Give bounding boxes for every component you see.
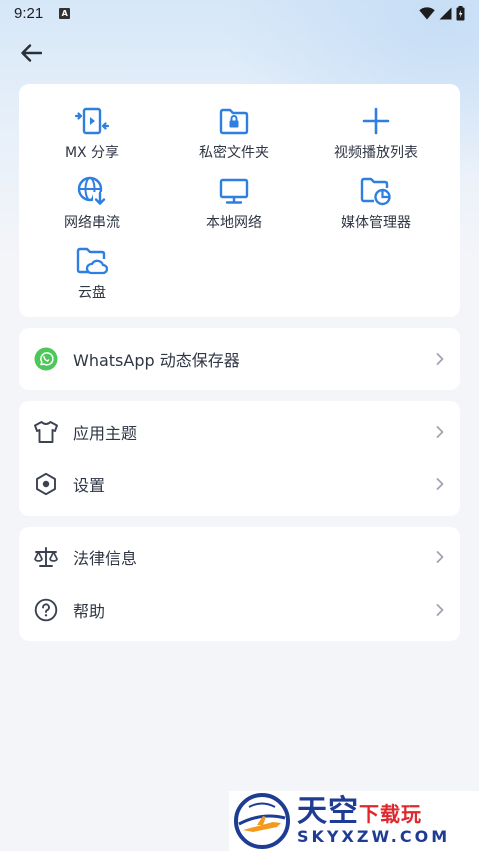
grid-item-label: 视频播放列表	[334, 145, 418, 161]
whatsapp-status-saver-label: WhatsApp 动态保存器	[73, 351, 240, 370]
chevron-right-icon	[434, 602, 446, 618]
settings-card: 应用主题 设置	[19, 401, 460, 516]
grid-item-private-folder[interactable]: 私密文件夹	[164, 104, 304, 162]
wifi-icon	[419, 6, 435, 19]
plus-icon	[359, 104, 393, 138]
whatsapp-icon	[33, 346, 59, 372]
settings-item[interactable]: 设置	[19, 458, 460, 510]
globe-download-icon	[75, 174, 109, 208]
cloud-folder-icon	[75, 244, 109, 278]
chevron-right-icon	[434, 549, 446, 565]
grid-item-cloud-drive[interactable]: 云盘	[22, 244, 162, 302]
watermark-text: 天空下载玩 SKYXZW.COM	[297, 797, 450, 845]
help-label: 帮助	[73, 602, 106, 621]
site-watermark: 天空下载玩 SKYXZW.COM	[229, 791, 479, 851]
grid-item-label: 本地网络	[206, 215, 262, 231]
chevron-right-icon	[434, 351, 446, 367]
grid-item-label: 媒体管理器	[341, 215, 411, 231]
hexagon-settings-icon	[33, 471, 59, 497]
watermark-brand-sub: 下载玩	[359, 802, 422, 826]
scale-icon	[33, 544, 59, 570]
feature-grid-card: MX 分享 私密文件夹 视频播放列表 网络串流 本地网络 媒体管理器 云盘	[19, 84, 460, 317]
watermark-url: SKYXZW.COM	[297, 827, 451, 846]
grid-item-local-network[interactable]: 本地网络	[164, 174, 304, 232]
grid-item-mx-share[interactable]: MX 分享	[22, 104, 162, 162]
help-item[interactable]: 帮助	[19, 584, 460, 636]
chevron-right-icon	[434, 476, 446, 492]
status-indicators	[419, 5, 465, 21]
grid-item-media-manager[interactable]: 媒体管理器	[306, 174, 446, 232]
whatsapp-status-saver-item[interactable]: WhatsApp 动态保存器	[19, 333, 460, 385]
app-theme-label: 应用主题	[73, 424, 138, 443]
legal-info-item[interactable]: 法律信息	[19, 531, 460, 583]
whatsapp-card: WhatsApp 动态保存器	[19, 328, 460, 390]
arrow-back-icon	[21, 44, 42, 62]
settings-label: 设置	[73, 476, 106, 495]
grid-item-label: 云盘	[78, 285, 106, 301]
grid-item-network-stream[interactable]: 网络串流	[22, 174, 162, 232]
status-bar: 9:21 A	[0, 0, 479, 26]
watermark-brand: 天空	[297, 794, 359, 829]
legal-info-label: 法律信息	[73, 549, 138, 568]
grid-item-label: MX 分享	[64, 145, 120, 161]
notification-icon: A	[59, 7, 71, 19]
info-card: 法律信息 帮助	[19, 527, 460, 641]
grid-item-video-playlist[interactable]: 视频播放列表	[306, 104, 446, 162]
battery-icon	[456, 5, 465, 20]
help-circle-icon	[33, 597, 59, 623]
folder-chart-icon	[359, 174, 393, 208]
grid-item-label: 私密文件夹	[199, 145, 269, 161]
share-transfer-icon	[75, 104, 109, 138]
tshirt-icon	[33, 419, 59, 445]
back-button[interactable]	[16, 38, 46, 68]
chevron-right-icon	[434, 424, 446, 440]
locked-folder-icon	[217, 104, 251, 138]
status-time: 9:21	[14, 4, 44, 22]
monitor-icon	[217, 174, 251, 208]
signal-icon	[439, 7, 452, 19]
plane-logo-icon	[234, 793, 290, 849]
grid-item-label: 网络串流	[64, 215, 120, 231]
app-theme-item[interactable]: 应用主题	[19, 406, 460, 458]
